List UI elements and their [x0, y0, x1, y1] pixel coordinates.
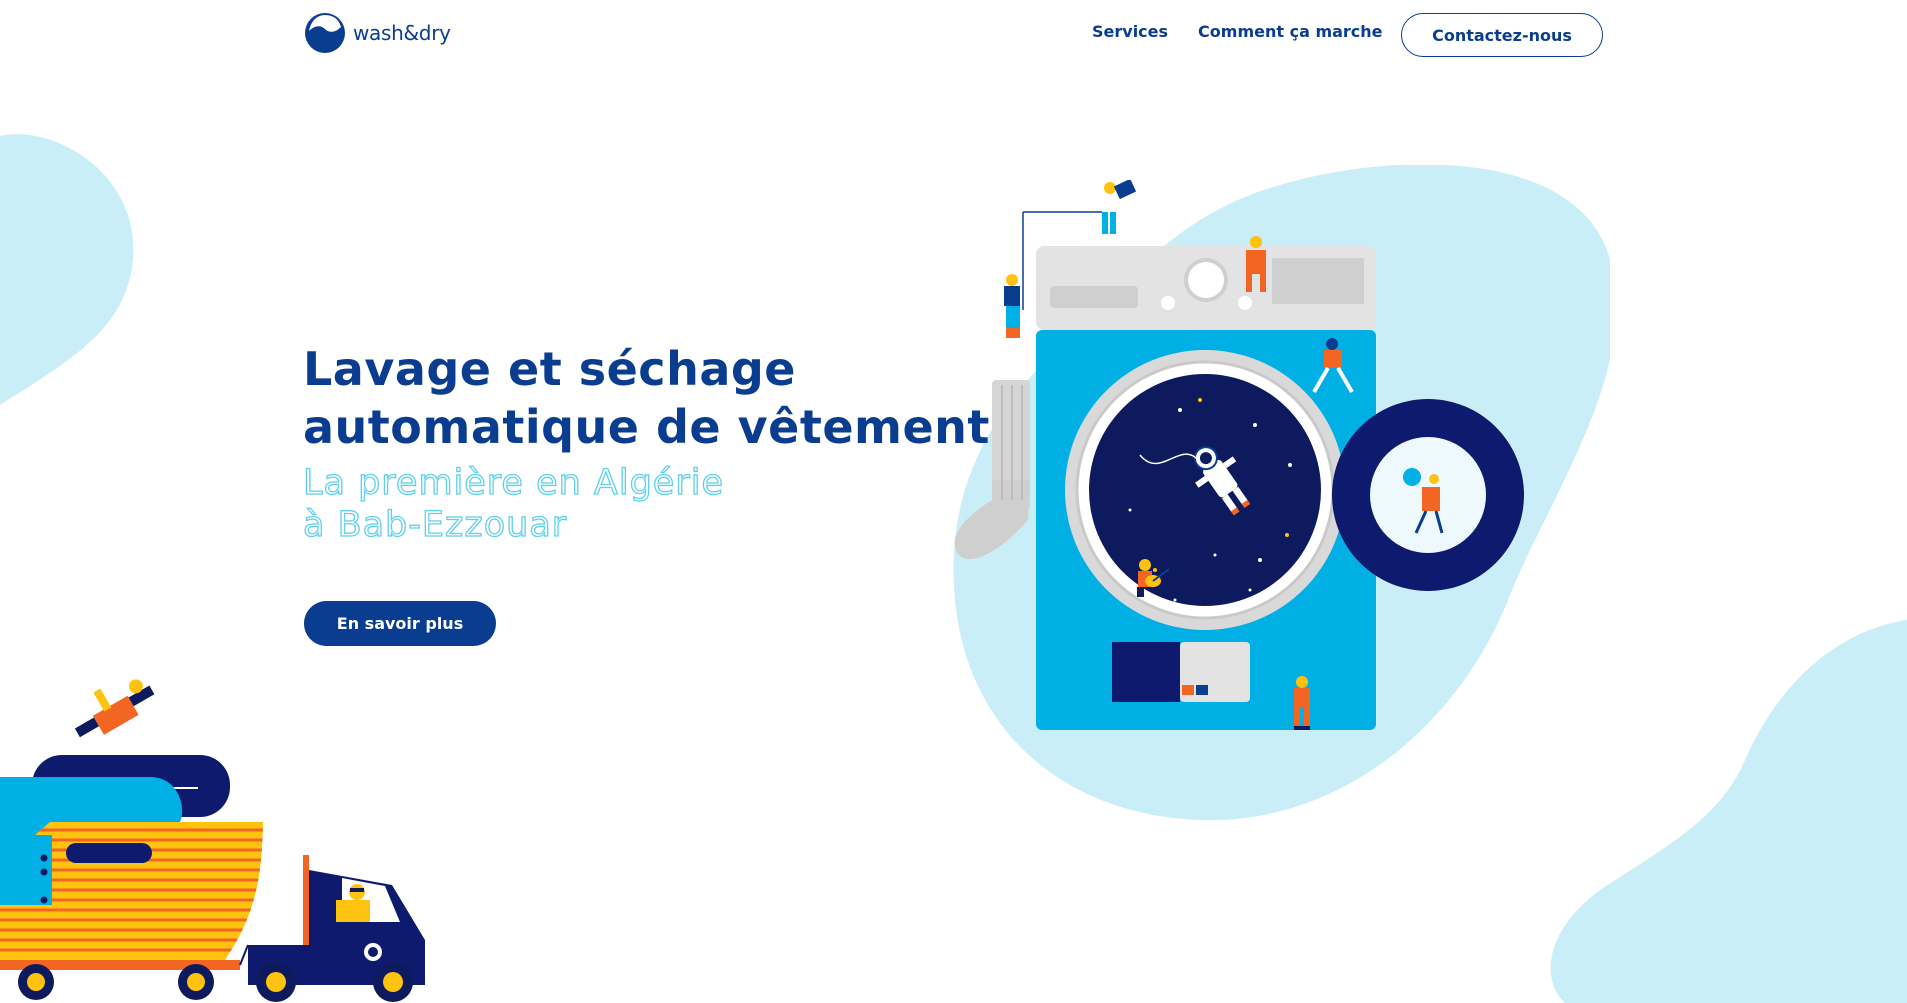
hero-title: Lavage et séchage automatique de vêtemen…	[303, 340, 1018, 456]
brand-logo[interactable]: wash&dry	[303, 9, 451, 57]
background-blob-left	[0, 134, 134, 405]
hero-subtitle-line-1: La première en Algérie	[302, 462, 724, 503]
hero-subtitle-line-2: à Bab-Ezzouar	[302, 504, 568, 545]
truck-illustration	[0, 679, 425, 1002]
hero-title-line-1: Lavage et séchage	[303, 342, 796, 396]
sock-illustration	[954, 380, 1030, 560]
worker-left	[1004, 274, 1020, 338]
worker-top	[1102, 180, 1137, 234]
washing-machine-illustration	[954, 180, 1524, 730]
drop-in-circle-icon	[305, 13, 345, 53]
main-nav: Services Comment ça marche	[1092, 22, 1383, 41]
hero-subtitle: La première en Algérie à Bab-Ezzouar	[302, 462, 724, 546]
nav-item-services[interactable]: Services	[1092, 22, 1168, 41]
learn-more-button[interactable]: En savoir plus	[304, 601, 496, 646]
hero-title-line-2: automatique de vêtements	[303, 400, 1018, 454]
contact-button[interactable]: Contactez-nous	[1401, 13, 1603, 57]
brand-name: wash&dry	[353, 21, 451, 45]
nav-item-comment-ca-marche[interactable]: Comment ça marche	[1198, 22, 1382, 41]
site-header: wash&dry Services Comment ça marche Cont…	[0, 0, 1907, 70]
